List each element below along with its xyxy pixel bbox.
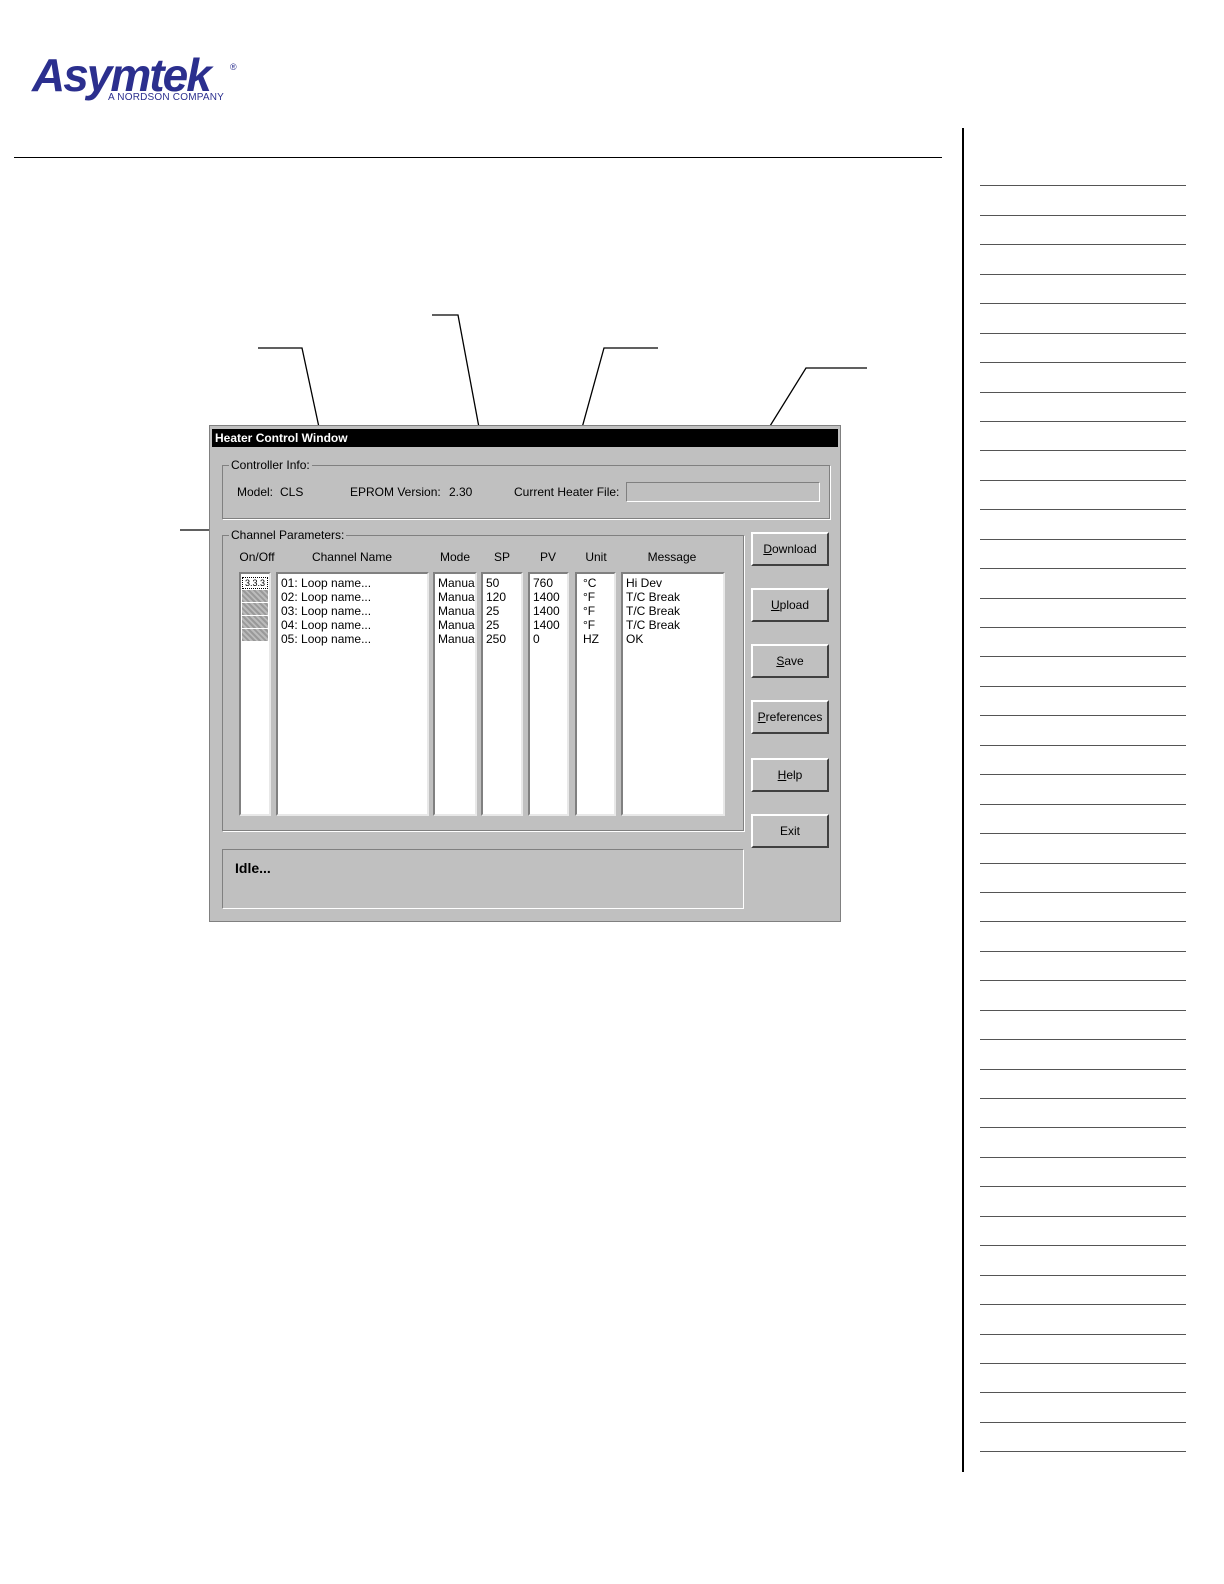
- status-panel: Idle...: [222, 849, 744, 909]
- channel-unit-cell[interactable]: °F: [583, 618, 611, 632]
- channel-mode-cell[interactable]: Manual: [438, 604, 475, 618]
- unit-list[interactable]: °C °F °F °F HZ: [575, 572, 616, 816]
- channel-mode-cell[interactable]: Manual: [438, 590, 475, 604]
- eprom-label: EPROM Version:: [350, 485, 441, 499]
- channel-pv-cell[interactable]: 1400: [533, 590, 564, 604]
- upload-button[interactable]: Upload: [751, 588, 829, 622]
- channel-mode-cell[interactable]: Manual: [438, 632, 475, 646]
- channel-name-list[interactable]: 01: Loop name... 02: Loop name... 03: Loop…: [276, 572, 429, 816]
- channel-name-cell[interactable]: 02: Loop name...: [281, 590, 424, 604]
- channel-message-cell[interactable]: Hi Dev: [626, 576, 720, 590]
- message-list[interactable]: Hi Dev T/C Break T/C Break T/C Break OK: [621, 572, 725, 816]
- channel-name-cell[interactable]: 01: Loop name...: [281, 576, 424, 590]
- header-sp: SP: [493, 550, 510, 564]
- channel-name-cell[interactable]: 03: Loop name...: [281, 604, 424, 618]
- channel-message-cell[interactable]: T/C Break: [626, 604, 720, 618]
- header-mode: Mode: [439, 550, 471, 564]
- model-value: CLS: [280, 485, 304, 499]
- heater-file-label: Current Heater File:: [514, 485, 620, 499]
- channel-unit-cell[interactable]: °C: [583, 576, 611, 590]
- channel-sp-cell[interactable]: 25: [486, 604, 518, 618]
- channel-sp-cell[interactable]: 250: [486, 632, 518, 646]
- channel-unit-cell[interactable]: HZ: [583, 632, 611, 646]
- download-button[interactable]: Download: [751, 532, 829, 566]
- header-unit: Unit: [585, 550, 607, 564]
- header-onoff: On/Off: [239, 550, 275, 564]
- channel-name-cell[interactable]: 04: Loop name...: [281, 618, 424, 632]
- exit-button[interactable]: Exit: [751, 814, 829, 848]
- mode-list[interactable]: Manual Manual Manual Manual Manual: [433, 572, 477, 816]
- channel-mode-cell[interactable]: Manual: [438, 618, 475, 632]
- eprom-value: 2.30: [449, 485, 473, 499]
- sp-list[interactable]: 50 120 25 25 250: [481, 572, 523, 816]
- channel-unit-cell[interactable]: °F: [583, 604, 611, 618]
- channel-pv-cell[interactable]: 760: [533, 576, 564, 590]
- channel-onoff-switch[interactable]: [242, 616, 268, 628]
- pv-list[interactable]: 760 1400 1400 1400 0: [528, 572, 569, 816]
- channel-pv-cell[interactable]: 1400: [533, 604, 564, 618]
- channel-onoff-switch[interactable]: 3.3.3: [242, 577, 268, 589]
- header-channel-name: Channel Name: [311, 550, 393, 564]
- heater-control-window: Heater Control Window Controller Info: M…: [209, 425, 841, 922]
- channel-name-cell[interactable]: 05: Loop name...: [281, 632, 424, 646]
- header-pv: PV: [539, 550, 556, 564]
- channel-onoff-switch[interactable]: [242, 603, 268, 615]
- save-button[interactable]: Save: [751, 644, 829, 678]
- channel-message-cell[interactable]: T/C Break: [626, 590, 720, 604]
- channel-sp-cell[interactable]: 25: [486, 618, 518, 632]
- channel-message-cell[interactable]: T/C Break: [626, 618, 720, 632]
- heater-file-field: [626, 482, 820, 502]
- model-label: Model:: [237, 485, 274, 499]
- channel-pv-cell[interactable]: 1400: [533, 618, 564, 632]
- channel-onoff-switch[interactable]: [242, 590, 268, 602]
- channel-parameters-label: Channel Parameters:: [229, 528, 347, 542]
- channel-unit-cell[interactable]: °F: [583, 590, 611, 604]
- controller-info-label: Controller Info:: [229, 458, 312, 472]
- channel-message-cell[interactable]: OK: [626, 632, 720, 646]
- channel-pv-cell[interactable]: 0: [533, 632, 564, 646]
- status-text: Idle...: [235, 860, 271, 876]
- onoff-list[interactable]: 3.3.3: [239, 572, 271, 816]
- window-title[interactable]: Heater Control Window: [212, 429, 838, 447]
- channel-mode-cell[interactable]: Manual: [438, 576, 475, 590]
- header-message: Message: [647, 550, 697, 564]
- help-button[interactable]: Help: [751, 758, 829, 792]
- channel-sp-cell[interactable]: 120: [486, 590, 518, 604]
- channel-sp-cell[interactable]: 50: [486, 576, 518, 590]
- preferences-button[interactable]: Preferences: [751, 700, 829, 734]
- channel-onoff-switch[interactable]: [242, 629, 268, 641]
